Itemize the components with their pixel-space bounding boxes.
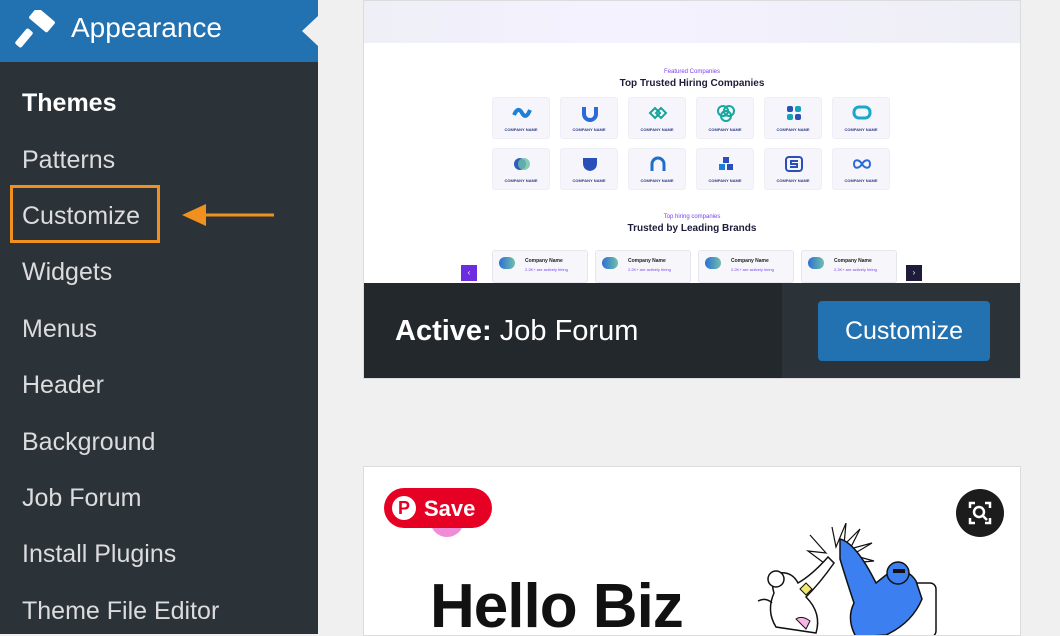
brand-name: Company Name xyxy=(834,258,872,264)
active-prefix: Active: xyxy=(395,315,492,347)
sidebar-item-install-plugins[interactable]: Install Plugins xyxy=(22,540,176,569)
preview-kicker: Top hiring companies xyxy=(663,214,721,220)
company-logo-tile: COMPANY NAME xyxy=(492,148,550,190)
appearance-menu-label: Appearance xyxy=(71,12,223,43)
pin-save-label: Save xyxy=(424,496,476,521)
infinity-logo-icon xyxy=(852,159,872,169)
preview-heading: Trusted by Leading Brands xyxy=(627,223,757,234)
company-name-label: COMPANY NAME xyxy=(844,178,878,183)
overlap-circles-logo-icon xyxy=(514,158,530,170)
brand-card: Company Name 2.2K+ are actively hiring xyxy=(595,250,691,283)
brand-logo xyxy=(499,257,515,269)
company-name-label: COMPANY NAME xyxy=(640,127,674,132)
high-five-illustration xyxy=(757,523,937,635)
sidebar-item-header[interactable]: Header xyxy=(22,371,104,400)
arch-logo-icon xyxy=(650,156,666,171)
sidebar-item-background[interactable]: Background xyxy=(22,428,155,457)
brand-name: Company Name xyxy=(731,258,769,264)
preview-kicker: Featured Companies xyxy=(663,69,721,75)
company-logo-tile: COMPANY NAME xyxy=(628,148,686,190)
company-logo-tile: COMPANY NAME xyxy=(832,97,890,139)
brand-name: Company Name xyxy=(628,258,666,264)
company-name-label: COMPANY NAME xyxy=(776,127,810,132)
knot-logo-icon xyxy=(717,105,735,122)
admin-sidebar: Appearance Themes Patterns Customize Wid… xyxy=(0,0,318,634)
sidebar-item-patterns[interactable]: Patterns xyxy=(22,146,115,175)
company-name-label: COMPANY NAME xyxy=(708,127,742,132)
cubes-logo-icon xyxy=(719,157,733,170)
carousel-prev-icon[interactable]: ‹ xyxy=(461,265,477,281)
brand-card: Company Name 2.2K+ are actively hiring xyxy=(801,250,897,283)
brand-subtitle: 2.2K+ are actively hiring xyxy=(525,267,568,272)
customize-button[interactable]: Customize xyxy=(818,301,990,361)
company-logo-tile: COMPANY NAME xyxy=(696,148,754,190)
shield-logo-icon xyxy=(583,158,597,171)
company-name-label: COMPANY NAME xyxy=(504,127,538,132)
rounded-rect-logo-icon xyxy=(852,105,872,120)
brand-subtitle: 2.2K+ are actively hiring xyxy=(834,267,877,272)
preview-heading: Top Trusted Hiring Companies xyxy=(619,78,765,89)
company-logo-tile: COMPANY NAME xyxy=(764,148,822,190)
company-name-label: COMPANY NAME xyxy=(572,178,606,183)
company-name-label: COMPANY NAME xyxy=(640,178,674,183)
carousel-next-icon[interactable]: › xyxy=(906,265,922,281)
theme-name: Job Forum xyxy=(499,315,639,347)
screenshot-header-band xyxy=(364,1,1020,43)
u-shape-logo-icon xyxy=(582,107,598,122)
company-name-label: COMPANY NAME xyxy=(572,127,606,132)
active-theme-card[interactable]: Featured Companies Top Trusted Hiring Co… xyxy=(363,0,1021,379)
appearance-menu-header[interactable]: Appearance xyxy=(0,0,318,62)
brand-name: Company Name xyxy=(525,258,563,264)
brand-logo xyxy=(705,257,721,269)
brand-logo xyxy=(602,257,618,269)
brand-logo xyxy=(808,257,824,269)
company-logo-tile: COMPANY NAME xyxy=(832,148,890,190)
customize-highlight-box xyxy=(10,185,160,243)
current-menu-notch xyxy=(302,16,318,46)
sidebar-item-theme-file-editor[interactable]: Theme File Editor xyxy=(22,597,219,626)
sidebar-item-menus[interactable]: Menus xyxy=(22,315,97,344)
paintbrush-icon xyxy=(15,10,55,48)
brand-subtitle: 2.2K+ are actively hiring xyxy=(731,267,774,272)
company-name-label: COMPANY NAME xyxy=(708,178,742,183)
sidebar-item-themes[interactable]: Themes xyxy=(22,89,116,118)
sidebar-item-widgets[interactable]: Widgets xyxy=(22,258,112,287)
visual-search-icon[interactable] xyxy=(956,489,1004,537)
s-badge-logo-icon xyxy=(785,156,803,172)
company-logo-tile: COMPANY NAME xyxy=(560,97,618,139)
company-name-label: COMPANY NAME xyxy=(504,178,538,183)
company-logo-tile: COMPANY NAME xyxy=(696,97,754,139)
theme-title: Hello Biz xyxy=(430,572,684,636)
company-name-label: COMPANY NAME xyxy=(776,178,810,183)
company-logo-tile: COMPANY NAME xyxy=(628,97,686,139)
company-logo-tile: COMPANY NAME xyxy=(560,148,618,190)
sidebar-item-job-forum[interactable]: Job Forum xyxy=(22,484,141,513)
pinterest-icon: P xyxy=(392,496,416,520)
cross-logo-icon xyxy=(787,106,801,120)
theme-screenshot: Featured Companies Top Trusted Hiring Co… xyxy=(364,1,1020,283)
arrow-left-icon xyxy=(182,204,274,226)
theme-card-hello-biz[interactable]: P Save Hello Biz xyxy=(363,466,1021,636)
company-name-label: COMPANY NAME xyxy=(844,127,878,132)
active-theme-name: Active: Job Forum xyxy=(395,315,638,348)
diamond-logo-icon xyxy=(648,106,668,120)
brand-card: Company Name 2.2K+ are actively hiring xyxy=(698,250,794,283)
active-theme-bar: Active: Job Forum Customize xyxy=(364,283,1020,378)
pinterest-save-button[interactable]: P Save xyxy=(384,488,492,528)
company-logo-tile: COMPANY NAME xyxy=(492,97,550,139)
brand-subtitle: 2.2K+ are actively hiring xyxy=(628,267,671,272)
brand-card: Company Name 2.2K+ are actively hiring xyxy=(492,250,588,283)
wave-logo-icon xyxy=(512,108,532,118)
company-logo-tile: COMPANY NAME xyxy=(764,97,822,139)
